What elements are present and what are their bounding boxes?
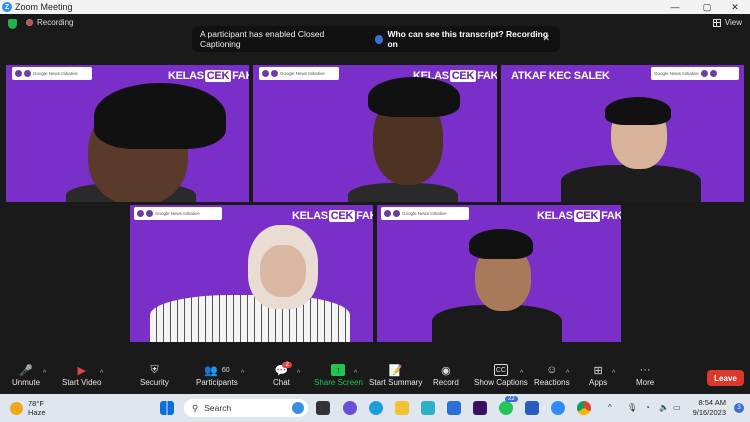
leave-button[interactable]: Leave: [707, 370, 744, 386]
security-button[interactable]: ⛨ Security: [140, 363, 169, 388]
video-off-icon: ▶: [77, 364, 86, 377]
video-tile-1[interactable]: Google News Initiative KELASCEKFAKTA: [6, 65, 249, 202]
participant-face: [260, 245, 306, 297]
reactions-button[interactable]: ☺ Reactions: [534, 364, 570, 387]
file-explorer-icon[interactable]: [395, 401, 409, 415]
edge-browser-icon[interactable]: [369, 401, 383, 415]
video-options-chevron-icon[interactable]: ^: [100, 370, 103, 377]
share-chevron-icon[interactable]: ^: [354, 370, 357, 377]
battery-icon[interactable]: ▭: [673, 403, 681, 412]
view-label: View: [724, 18, 742, 27]
zoom-logo-icon: Z: [2, 2, 12, 12]
zoom-taskbar-icon[interactable]: [551, 401, 565, 415]
participants-button[interactable]: 👥 60 Participants: [196, 364, 238, 388]
video-tile-4[interactable]: Google News Initiative KELASCEKFAKTA: [130, 205, 373, 342]
taskbar-clock[interactable]: 8:54 AM 9/16/2023: [693, 398, 726, 418]
microphone-tray-icon[interactable]: 🎙: [627, 403, 637, 412]
window-titlebar: Z Zoom Meeting — ▢ ✕: [0, 0, 750, 14]
premiere-icon[interactable]: [473, 401, 487, 415]
security-shield-icon[interactable]: [8, 19, 17, 29]
apps-grid-icon: ⊞: [593, 364, 603, 377]
app-l-icon[interactable]: [421, 401, 435, 415]
chat-chevron-icon[interactable]: ^: [297, 370, 300, 377]
captioning-banner: A participant has enabled Closed Caption…: [192, 26, 560, 52]
close-window-button[interactable]: ✕: [720, 0, 750, 14]
share-arrow-icon: ↑: [331, 364, 346, 376]
taskbar-search[interactable]: ⚲ Search: [184, 399, 308, 417]
mail-icon[interactable]: [447, 401, 461, 415]
sponsor-strip: Google News Initiative: [381, 207, 469, 220]
weather-widget[interactable]: 78°F Haze: [10, 399, 46, 417]
transcript-user-icon: [374, 34, 384, 44]
sponsor-strip: Google News Initiative: [651, 67, 739, 80]
chat-bubble-icon: 💬 2: [274, 362, 292, 377]
participant-hair: [94, 83, 226, 149]
video-tile-5[interactable]: Google News Initiative KELASCEKFAKTA: [377, 205, 621, 342]
smiley-icon: ☺: [546, 364, 558, 376]
sponsor-strip: Google News Initiative: [134, 207, 222, 220]
recording-indicator[interactable]: Recording: [26, 18, 73, 27]
muted-mic-icon: 🎤: [19, 364, 33, 377]
participant-hair: [605, 97, 671, 125]
grid-view-icon: [712, 18, 721, 27]
windows-start-icon[interactable]: [160, 401, 174, 415]
shield-icon: ⛨: [150, 363, 159, 376]
transcript-info-link[interactable]: Who can see this transcript? Recording o…: [387, 29, 560, 49]
banner-message: A participant has enabled Closed Caption…: [200, 29, 325, 49]
teams-chat-icon[interactable]: [343, 401, 357, 415]
volume-icon[interactable]: 🔈: [659, 403, 669, 412]
chat-button[interactable]: 💬 2 Chat: [273, 362, 292, 387]
banner-close-icon[interactable]: ✕: [542, 33, 550, 44]
cc-icon: CC: [493, 364, 508, 376]
start-video-button[interactable]: ▶ Start Video: [62, 364, 101, 388]
kelas-cek-fakta-logo-mirrored: ATKAF KEC SALEK: [511, 70, 610, 82]
audio-options-chevron-icon[interactable]: ^: [43, 370, 46, 377]
haze-sun-icon: [10, 401, 23, 415]
sponsor-strip: Google News Initiative: [12, 67, 92, 80]
participant-body: [348, 183, 458, 202]
summary-doc-icon: 📝: [388, 364, 403, 377]
people-icon: 👥 60: [204, 364, 230, 377]
chat-badge: 2: [282, 362, 292, 368]
minimize-button[interactable]: —: [660, 0, 690, 14]
word-icon[interactable]: [525, 401, 539, 415]
video-tile-3[interactable]: Google News Initiative ATKAF KEC SALEK: [501, 65, 744, 202]
participant-hair: [368, 77, 460, 117]
whatsapp-badge: 22: [505, 396, 518, 402]
kelas-cek-fakta-logo: KELASCEKFAKTA: [537, 210, 621, 222]
participant-cap: [469, 229, 533, 259]
participant-body: [150, 295, 350, 342]
search-icon: ⚲: [192, 402, 199, 413]
window-title: Zoom Meeting: [15, 2, 73, 12]
meeting-toolbar: 🎤 Unmute ^ ▶ Start Video ^ ⛨ Security 👥 6…: [0, 358, 750, 394]
notification-badge[interactable]: 3: [734, 403, 744, 413]
chrome-icon[interactable]: [577, 401, 591, 415]
captions-chevron-icon[interactable]: ^: [520, 370, 523, 377]
sponsor-strip: Google News Initiative: [259, 67, 339, 80]
reactions-chevron-icon[interactable]: ^: [566, 370, 569, 377]
recording-label: Recording: [37, 18, 74, 27]
start-summary-button[interactable]: 📝 Start Summary: [369, 364, 422, 388]
unmute-button[interactable]: 🎤 Unmute: [12, 364, 40, 388]
kelas-cek-fakta-logo: KELASCEKFAKTA: [292, 210, 373, 222]
record-icon: ◉: [441, 364, 451, 377]
record-button[interactable]: ◉ Record: [433, 364, 459, 388]
task-view-icon[interactable]: [316, 401, 330, 415]
windows-taskbar: 78°F Haze ⚲ Search 22 ^ 🎙 ◔ 🔈 ▭ 8:54 AM 9…: [0, 394, 750, 422]
bing-icon: [292, 402, 304, 414]
apps-button[interactable]: ⊞ Apps: [589, 364, 607, 388]
apps-chevron-icon[interactable]: ^: [612, 370, 615, 377]
kelas-cek-fakta-logo: KELASCEKFAKTA: [168, 70, 249, 82]
whatsapp-icon[interactable]: 22: [499, 396, 518, 415]
recording-dot-icon: [26, 19, 33, 26]
video-tile-2[interactable]: Google News Initiative KELASCEKFAKTA: [253, 65, 497, 202]
ellipsis-icon: ···: [639, 364, 651, 376]
wifi-icon[interactable]: ◔: [645, 403, 650, 412]
maximize-button[interactable]: ▢: [692, 0, 722, 14]
view-button[interactable]: View: [712, 18, 742, 27]
tray-chevron-icon[interactable]: ^: [608, 403, 612, 412]
participant-body: [561, 165, 701, 202]
participants-chevron-icon[interactable]: ^: [241, 370, 244, 377]
more-button[interactable]: ··· More: [636, 364, 654, 387]
